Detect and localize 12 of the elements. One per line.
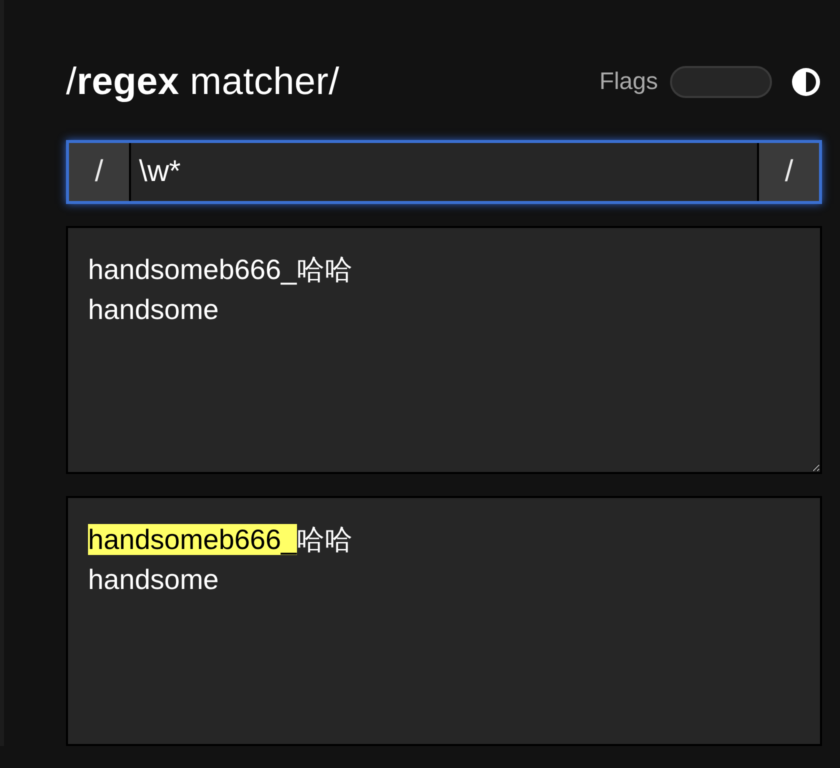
match-highlight: handsomeb666_ (88, 524, 297, 555)
flags-toggle[interactable] (670, 66, 772, 98)
slash-delimiter: / (69, 143, 129, 201)
flags-label: Flags (599, 68, 658, 96)
result-text: handsome (88, 564, 219, 595)
result-text: 哈哈 (296, 524, 353, 555)
contrast-icon[interactable] (790, 66, 822, 98)
pattern-input[interactable]: \w* (129, 143, 759, 201)
pattern-field[interactable]: / \w* / (66, 140, 822, 204)
app-title: /regex matcher/ (66, 60, 340, 104)
slash-delimiter: / (759, 143, 819, 201)
test-text-area[interactable]: handsomeb666_哈哈 handsome (66, 226, 822, 474)
